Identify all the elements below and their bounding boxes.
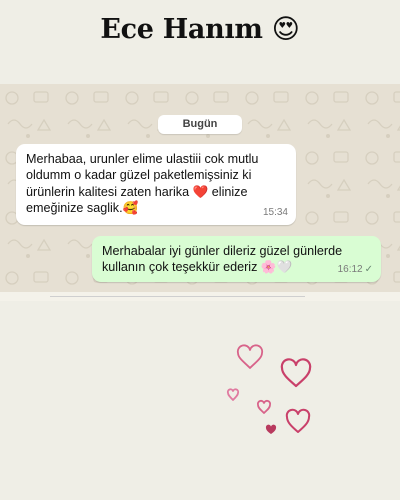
heart-icon [256, 399, 272, 414]
heart-icon [236, 344, 264, 369]
heart-icon [226, 388, 240, 401]
heart-icon [265, 424, 277, 434]
heart-icon [285, 408, 311, 433]
decorative-hearts [226, 344, 312, 434]
heart-icon [280, 358, 312, 388]
